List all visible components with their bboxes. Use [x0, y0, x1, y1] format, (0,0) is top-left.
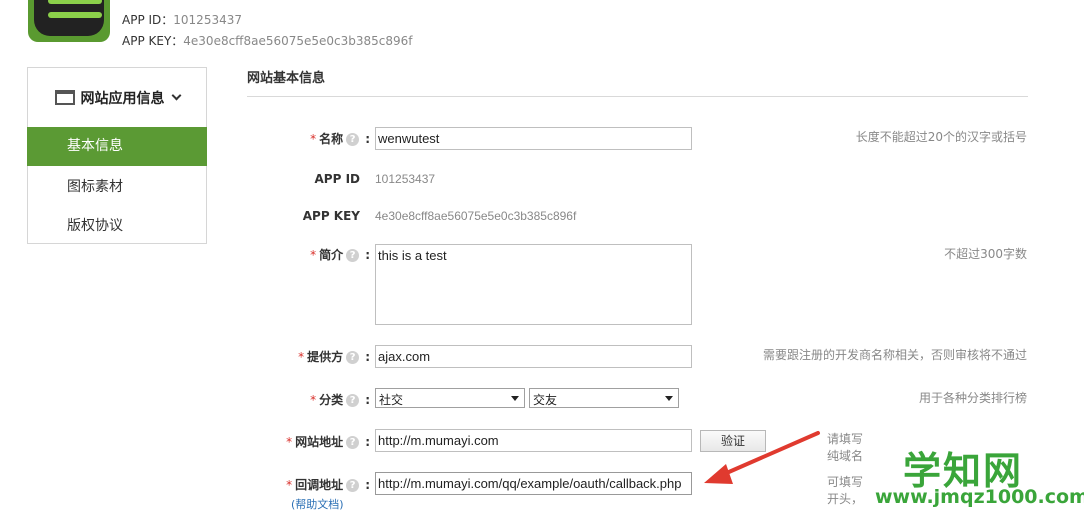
- site-url-hint-2: 纯域名: [827, 449, 864, 463]
- callback-hint-2: 开头，: [827, 492, 864, 506]
- sidebar-item-icon-assets[interactable]: 图标素材: [27, 168, 207, 207]
- callback-hint-1: 可填写: [827, 475, 864, 489]
- header-app-key: APP KEY：4e30e8cff8ae56075e5e0c3b385c896f: [122, 34, 413, 48]
- watermark-url: www.jmqz1000.com: [875, 486, 1084, 508]
- chevron-down-icon: [171, 90, 181, 101]
- app-id-label: APP ID: [314, 172, 360, 186]
- provider-label: * 提供方?:: [298, 350, 370, 364]
- window-icon: [54, 90, 75, 105]
- sidebar-header[interactable]: 网站应用信息: [28, 68, 206, 127]
- app-key-label: APP KEY: [302, 209, 360, 223]
- provider-hint: 需要跟注册的开发商名称相关，否则审核将不通过: [762, 348, 1027, 362]
- category-label: * 分类?:: [310, 393, 370, 407]
- sidebar: 网站应用信息 基本信息 图标素材 版权协议: [27, 67, 207, 244]
- category-hint: 用于各种分类排行榜: [918, 391, 1027, 405]
- category-secondary-select[interactable]: 交友: [529, 388, 679, 408]
- provider-input[interactable]: ajax.com: [375, 345, 692, 368]
- help-icon[interactable]: ?: [346, 351, 360, 364]
- sidebar-title: 网站应用信息: [80, 90, 165, 107]
- help-icon[interactable]: ?: [346, 133, 360, 146]
- dropdown-arrow-icon: [665, 396, 673, 401]
- sidebar-item-basic-info[interactable]: 基本信息: [27, 127, 207, 166]
- intro-label: * 简介?:: [310, 248, 370, 262]
- callback-label: * 回调地址?:: [286, 478, 370, 492]
- verify-button[interactable]: 验证: [700, 430, 766, 452]
- help-icon[interactable]: ?: [346, 249, 360, 262]
- intro-textarea[interactable]: this is a test: [375, 244, 692, 325]
- header-app-id: APP ID：101253437: [122, 13, 242, 27]
- sidebar-item-copyright[interactable]: 版权协议: [27, 207, 207, 246]
- category-secondary-value: 交友: [533, 393, 558, 407]
- category-primary-value: 社交: [379, 393, 404, 407]
- site-url-label: * 网站地址?:: [286, 435, 370, 449]
- app-key-value: 4e30e8cff8ae56075e5e0c3b385c896f: [375, 209, 577, 223]
- intro-hint: 不超过300字数: [944, 247, 1027, 261]
- site-url-hint-1: 请填写: [827, 432, 864, 446]
- name-input[interactable]: wenwutest: [375, 127, 692, 150]
- app-id-value: 101253437: [375, 172, 436, 186]
- dropdown-arrow-icon: [511, 396, 519, 401]
- section-title: 网站基本信息: [247, 71, 326, 86]
- site-url-input[interactable]: http://m.mumayi.com: [375, 429, 692, 452]
- help-icon[interactable]: ?: [346, 479, 360, 492]
- name-hint: 长度不能超过20个的汉字或括号: [855, 130, 1027, 144]
- app-logo-icon: [28, 0, 110, 42]
- help-doc-link[interactable]: (帮助文档): [291, 496, 344, 512]
- help-icon[interactable]: ?: [346, 394, 360, 407]
- name-label: * 名称?:: [310, 132, 370, 146]
- category-primary-select[interactable]: 社交: [375, 388, 525, 408]
- callback-input[interactable]: http://m.mumayi.com/qq/example/oauth/cal…: [375, 472, 692, 495]
- section-divider: [247, 96, 1028, 97]
- help-icon[interactable]: ?: [346, 436, 360, 449]
